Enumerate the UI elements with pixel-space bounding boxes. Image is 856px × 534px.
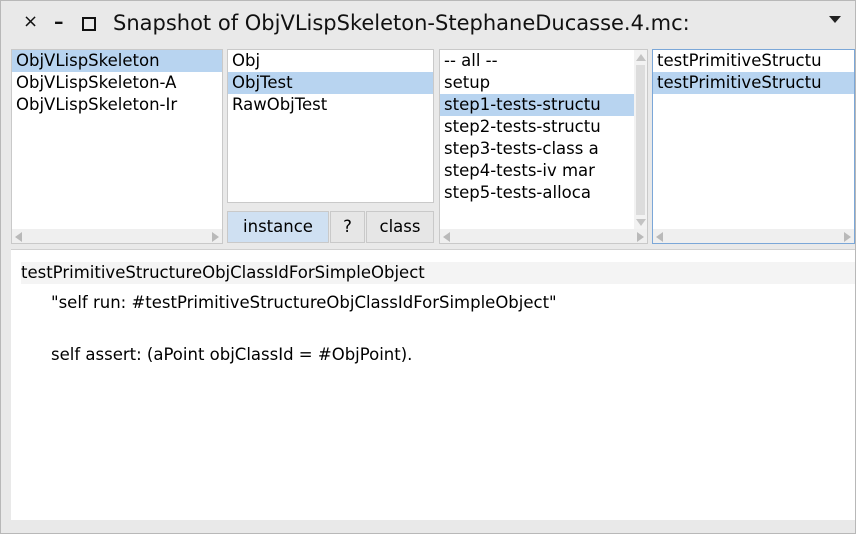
horizontal-scrollbar[interactable] [440,229,647,243]
window-menu-icon[interactable] [829,16,841,23]
horizontal-scrollbar[interactable] [653,229,854,243]
scroll-down-icon[interactable] [636,219,646,226]
horizontal-scrollbar[interactable] [12,229,222,243]
minimize-icon[interactable]: – [54,11,64,33]
scrollbar-thumb[interactable] [636,65,645,215]
method-list[interactable]: testPrimitiveStructu testPrimitiveStruct… [652,49,855,244]
list-item-package[interactable]: ObjVLispSkeleton-A [12,72,222,94]
list-item-class[interactable]: ObjTest [228,72,433,94]
class-list[interactable]: Obj ObjTest RawObjTest [227,49,434,203]
vertical-scrollbar[interactable] [634,50,647,230]
package-list[interactable]: ObjVLispSkeleton ObjVLispSkeleton-A ObjV… [11,49,223,244]
scroll-left-icon[interactable] [15,232,22,242]
close-icon[interactable]: × [23,11,38,33]
class-button[interactable]: class [366,211,434,243]
instance-button[interactable]: instance [227,211,329,243]
scroll-left-icon[interactable] [443,232,450,242]
scroll-right-icon[interactable] [844,232,851,242]
maximize-icon[interactable] [82,17,96,31]
scroll-up-icon[interactable] [636,54,646,61]
method-selector-line[interactable]: testPrimitiveStructureObjClassIdForSimpl… [21,262,855,284]
list-item-category[interactable]: setup [440,72,647,94]
list-item-class[interactable]: RawObjTest [228,94,433,116]
scroll-right-icon[interactable] [637,232,644,242]
list-item-category[interactable]: step2-tests-structu [440,116,634,138]
list-item-method[interactable]: testPrimitiveStructu [653,50,854,72]
help-button[interactable]: ? [330,211,365,243]
code-statement-line[interactable]: self assert: (aPoint objClassId = #ObjPo… [51,344,412,366]
title-bar[interactable]: × – Snapshot of ObjVLispSkeleton-Stephan… [1,1,855,45]
category-list[interactable]: -- all -- setup step1-tests-structu step… [439,49,648,244]
snapshot-browser-window: × – Snapshot of ObjVLispSkeleton-Stephan… [0,0,856,534]
list-item-package[interactable]: ObjVLispSkeleton [12,50,222,72]
code-editor[interactable]: testPrimitiveStructureObjClassIdForSimpl… [11,249,855,520]
window-title: Snapshot of ObjVLispSkeleton-StephaneDuc… [113,11,690,35]
list-item-method[interactable]: testPrimitiveStructu [653,72,854,94]
scroll-left-icon[interactable] [656,232,663,242]
scroll-right-icon[interactable] [212,232,219,242]
list-item-category[interactable]: step3-tests-class a [440,138,634,160]
list-item-category[interactable]: -- all -- [440,50,647,72]
list-item-class[interactable]: Obj [228,50,433,72]
list-item-category[interactable]: step4-tests-iv mar [440,160,634,182]
list-item-package[interactable]: ObjVLispSkeleton-Ir [12,94,222,116]
list-item-category[interactable]: step1-tests-structu [440,94,634,116]
code-comment-line[interactable]: "self run: #testPrimitiveStructureObjCla… [51,292,557,314]
list-item-category[interactable]: step5-tests-alloca [440,182,634,204]
